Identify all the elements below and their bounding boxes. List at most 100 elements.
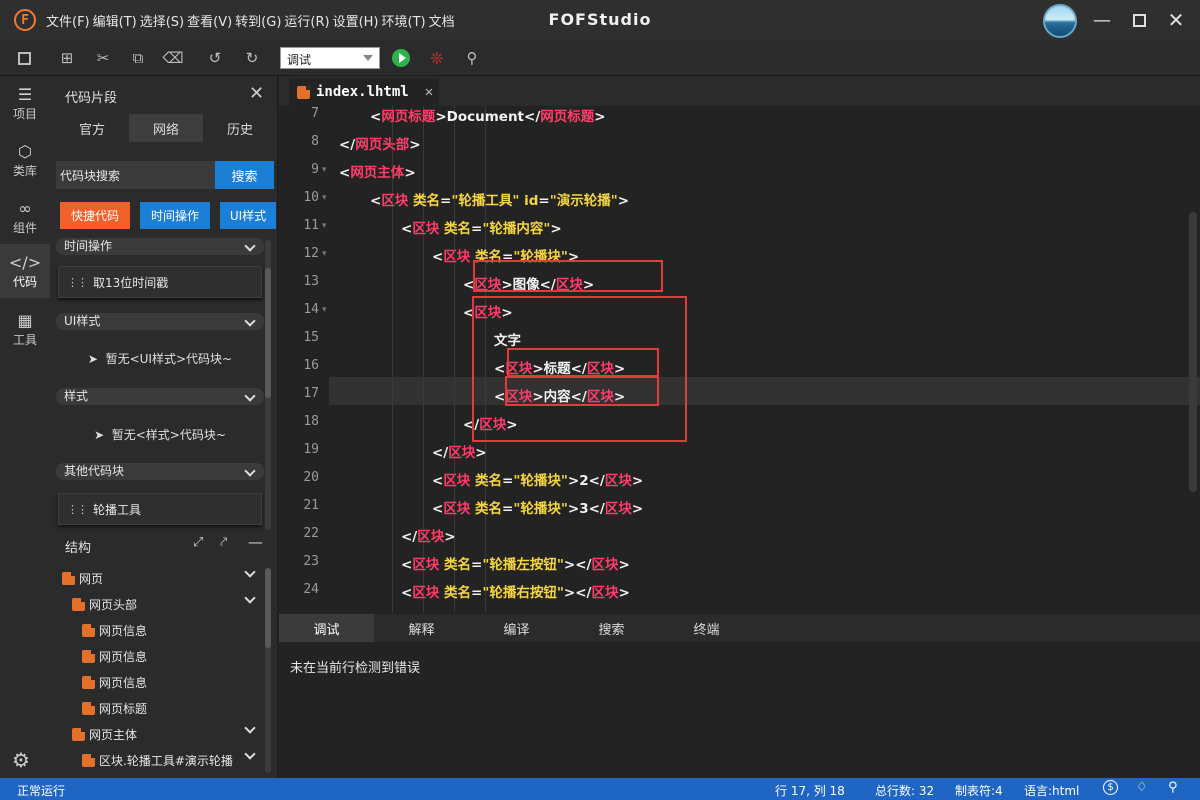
menu-item[interactable]: 环境(T) [382,11,426,30]
tree-node[interactable]: 网页信息 [82,622,147,639]
copy-icon[interactable]: ⧉ [128,48,148,68]
menu-item[interactable]: 转到(G) [235,11,281,30]
snippet-item[interactable]: ⋮⋮ 轮播工具 [58,493,262,525]
group-ui-style[interactable]: UI样式 [56,313,264,330]
close-icon[interactable]: ✕ [425,84,433,100]
avatar[interactable] [1043,4,1077,38]
pin-icon[interactable]: ⚲ [1168,780,1178,795]
status-tabs[interactable]: 制表符:4 [955,782,1003,799]
tree-node[interactable]: 网页头部 [72,592,262,613]
fold-icon[interactable]: ▾ [322,249,327,259]
tab-compile[interactable]: 编译 [469,614,564,642]
tree-node[interactable]: 网页主体 [72,722,262,743]
code-line[interactable]: <区块 类名="轮播左按钮"></区块> [401,553,630,573]
status-cursor[interactable]: 行 17, 列 18 [775,782,845,799]
tab-terminal[interactable]: 终端 [659,614,754,642]
tree-node[interactable]: 网页信息 [82,648,147,665]
mode-select-value: 调试 [287,53,312,67]
group-style[interactable]: 样式 [56,388,264,405]
debug-bug-icon[interactable]: ❊ [427,48,447,68]
tab-network[interactable]: 网络 [129,114,203,142]
tree-node[interactable]: 网页标题 [82,700,147,717]
menu-item[interactable]: 设置(H) [333,11,379,30]
app-logo-icon: F [14,9,36,31]
undo-icon[interactable]: ↺ [205,48,225,68]
snippet-search-input[interactable]: 代码块搜索 [56,161,216,189]
inspect-icon[interactable]: ⚲ [462,48,482,68]
new-file-icon[interactable]: ⊞ [57,48,77,68]
tree-node[interactable]: 网页 [62,566,262,587]
chip-time-ops[interactable]: 时间操作 [140,202,210,229]
code-line[interactable]: <区块 类名="轮播工具" id="演示轮播"> [370,189,629,209]
mode-select[interactable]: 调试 [280,47,380,69]
line-number: 24 [303,582,319,597]
run-icon[interactable] [392,49,410,67]
activity-code[interactable]: </> 代码 [0,244,50,298]
tab-debug[interactable]: 调试 [279,614,374,642]
settings-gear-icon[interactable]: ⚙ [12,748,30,772]
code-line[interactable]: <区块 类名="轮播块">2</区块> [432,469,643,489]
chip-quick-code[interactable]: 快捷代码 [60,202,130,229]
delete-icon[interactable]: ⌫ [162,48,183,68]
bell-icon[interactable]: ♢ [1136,780,1148,795]
menu-item[interactable]: 文档 [429,11,455,30]
collapse-icon[interactable]: ⤤ [220,535,227,550]
code-editor[interactable]: 7 <网页标题>Document</网页标题> 8 </网页头部> 9 <网页主体> 10 <… [279,106,1200,612]
minimize-icon[interactable]: — [1088,6,1116,34]
drag-handle-icon[interactable]: ⋮⋮ [67,276,88,289]
group-time-ops[interactable]: 时间操作 [56,238,264,255]
tab-official[interactable]: 官方 [55,114,129,142]
tab-history[interactable]: 历史 [203,114,277,142]
maximize-icon[interactable] [1125,6,1153,34]
snippet-item[interactable]: ⋮⋮ 取13位时间戳 [58,266,262,298]
close-icon[interactable]: ✕ [249,83,264,104]
menu-item[interactable]: 运行(R) [284,11,329,30]
code-line[interactable]: </区块> [432,441,487,461]
activity-tools[interactable]: ▦ 工具 [0,302,50,356]
code-line[interactable]: <网页主体> [339,161,416,181]
close-icon[interactable]: ✕ [1162,6,1190,34]
snippets-scrollbar[interactable] [265,240,271,530]
expand-icon[interactable]: ⤢ [193,535,203,550]
activity-component[interactable]: ∞ 组件 [0,190,50,244]
tab-search[interactable]: 搜索 [564,614,659,642]
fold-icon[interactable]: ▾ [322,221,327,231]
tree-node[interactable]: 区块.轮播工具#演示轮播 [82,748,262,769]
code-line[interactable]: <区块 类名="轮播右按钮"></区块> [401,581,630,601]
minimize-panel-icon[interactable]: — [248,533,263,551]
structure-scrollbar[interactable] [265,568,271,773]
code-line[interactable]: </区块> [401,525,456,545]
code-line[interactable]: </网页头部> [339,133,421,153]
current-line-highlight [329,377,1200,405]
tab-index-lhtml[interactable]: index.lhtml ✕ [289,78,439,106]
code-line[interactable]: <区块 类名="轮播内容"> [401,217,562,237]
chip-ui-style[interactable]: UI样式 [220,202,276,229]
editor-scrollbar[interactable] [1189,212,1197,492]
tree-node[interactable]: 网页信息 [82,674,147,691]
code-line[interactable]: <网页标题>Document</网页标题> [370,106,606,125]
toolbar: ⊞ ✂ ⧉ ⌫ ↺ ↻ 调试 ❊ ⚲ [0,40,1200,76]
redo-icon[interactable]: ↻ [242,48,262,68]
menu-item[interactable]: 查看(V) [187,11,232,30]
app-title: FOFStudio [548,10,652,29]
menu-item[interactable]: 编辑(T) [93,11,137,30]
dollar-icon[interactable]: $ [1103,780,1118,795]
cut-icon[interactable]: ✂ [93,48,113,68]
group-other[interactable]: 其他代码块 [56,463,264,480]
activity-library[interactable]: ⬡ 类库 [0,133,50,187]
chevron-down-icon [244,722,256,734]
activity-project[interactable]: ☰ 项目 [0,76,50,130]
code-line[interactable]: <区块 类名="轮播块">3</区块> [432,497,643,517]
search-button[interactable]: 搜索 [215,161,274,189]
fold-icon[interactable]: ▾ [322,165,327,175]
tab-explain[interactable]: 解释 [374,614,469,642]
menu-item[interactable]: 文件(F) [46,11,90,30]
line-number: 17 [303,386,319,401]
fold-icon[interactable]: ▾ [322,305,327,315]
drag-handle-icon[interactable]: ⋮⋮ [67,503,88,516]
save-icon[interactable] [14,48,34,68]
status-language[interactable]: 语言:html [1024,782,1079,799]
title-bar: F 文件(F) 编辑(T) 选择(S) 查看(V) 转到(G) 运行(R) 设置(H) 环境(… [0,0,1200,40]
fold-icon[interactable]: ▾ [322,193,327,203]
menu-item[interactable]: 选择(S) [140,11,184,30]
